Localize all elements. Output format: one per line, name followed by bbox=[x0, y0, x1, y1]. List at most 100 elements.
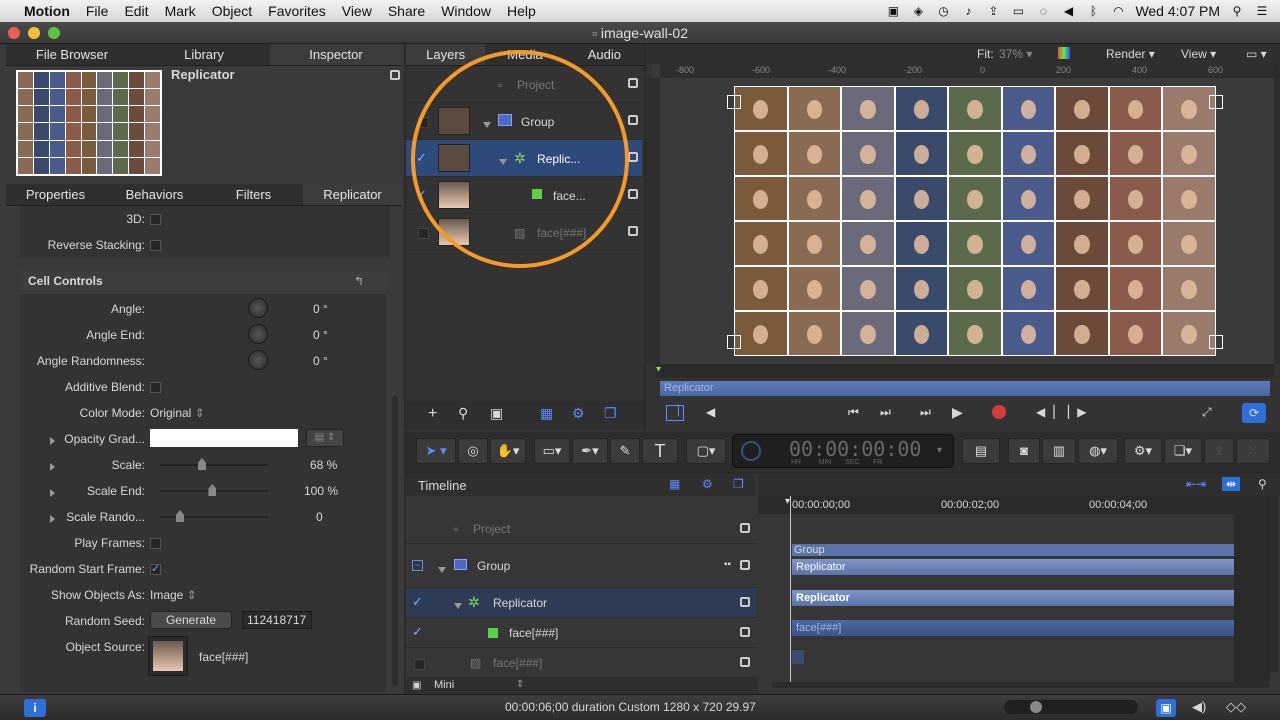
tab-file-browser[interactable]: File Browser bbox=[6, 44, 138, 65]
previous-frame-icon[interactable]: ◀▕ bbox=[1036, 405, 1054, 419]
generators-icon[interactable]: ▥ bbox=[1042, 438, 1076, 464]
lock-icon[interactable] bbox=[628, 152, 638, 162]
timeline-scrollbar[interactable] bbox=[1270, 496, 1278, 672]
menu-view[interactable]: View bbox=[334, 3, 380, 19]
timeline-bar-replicator[interactable]: Replicator bbox=[792, 590, 1234, 606]
reverse-stacking-checkbox[interactable] bbox=[150, 240, 161, 252]
timeline-bar-face-source[interactable] bbox=[792, 650, 804, 664]
behaviors-icon[interactable]: ◍▾ bbox=[1078, 438, 1118, 464]
angle-dial[interactable] bbox=[248, 298, 268, 318]
menu-help[interactable]: Help bbox=[499, 3, 544, 19]
menu-motion[interactable]: Motion bbox=[16, 3, 78, 19]
timecode-display[interactable]: 00:00:00:00 HR MIN SEC FR ▾ bbox=[732, 434, 954, 468]
scale-slider-thumb[interactable] bbox=[198, 458, 207, 470]
lock-icon[interactable] bbox=[740, 560, 750, 570]
tab-layers[interactable]: Layers bbox=[406, 44, 486, 65]
lock-icon[interactable] bbox=[740, 597, 750, 607]
close-window-button[interactable] bbox=[8, 27, 20, 39]
clock-icon[interactable]: ◷ bbox=[935, 4, 951, 18]
info-icon[interactable]: i bbox=[24, 699, 46, 717]
wifi-icon[interactable]: ◠ bbox=[1110, 4, 1126, 18]
scale-randomness-slider[interactable] bbox=[160, 510, 268, 522]
zoom-fit-icon[interactable]: ⇤⇥ bbox=[1186, 477, 1206, 491]
volume-icon[interactable]: ◀) bbox=[1192, 699, 1206, 715]
menu-object[interactable]: Object bbox=[204, 3, 260, 19]
gradient-preset-popup[interactable]: ▤ ⇕ bbox=[306, 429, 344, 447]
zoom-icon[interactable]: ⚲ bbox=[1258, 477, 1267, 491]
volume-icon[interactable]: ◀ bbox=[1060, 4, 1076, 18]
angle-end-value[interactable]: 0 ° bbox=[313, 328, 328, 342]
mask-tool-icon[interactable]: ▢▾ bbox=[686, 438, 726, 464]
disclosure-triangle-icon[interactable] bbox=[50, 486, 55, 500]
random-seed-field[interactable]: 112418717 bbox=[242, 611, 312, 629]
step-back-icon[interactable]: ⏭ bbox=[880, 405, 891, 420]
lock-icon[interactable] bbox=[390, 70, 400, 80]
step-forward-icon[interactable]: ⏭ bbox=[920, 405, 931, 420]
tab-media[interactable]: Media bbox=[485, 44, 564, 65]
checkmark-icon[interactable]: ✓ bbox=[412, 594, 423, 610]
transform-handle[interactable] bbox=[1209, 95, 1223, 109]
bluetooth-icon[interactable]: ᛒ bbox=[1085, 4, 1101, 18]
scale-end-slider[interactable] bbox=[160, 484, 268, 496]
layer-options-icon[interactable]: ▣ bbox=[490, 405, 503, 422]
camera-icon[interactable]: ▣ bbox=[885, 4, 901, 18]
chevron-updown-icon[interactable]: ⇕ bbox=[516, 679, 524, 690]
random-start-frame-checkbox[interactable]: ✓ bbox=[150, 564, 161, 576]
row-size-popup[interactable]: Mini bbox=[434, 679, 454, 691]
angle-value[interactable]: 0 ° bbox=[313, 302, 328, 316]
fit-popup[interactable]: 37% ▾ bbox=[999, 47, 1032, 61]
bell-icon[interactable]: ♪ bbox=[960, 4, 976, 18]
show-objects-as-popup[interactable]: Image ⇕ bbox=[150, 588, 197, 602]
timeline-row-face-source[interactable]: ▨ face[###] bbox=[406, 648, 756, 678]
layer-visibility-checkbox[interactable] bbox=[418, 117, 429, 129]
search-icon[interactable]: ⚲ bbox=[458, 405, 468, 422]
scale-value[interactable]: 68 % bbox=[310, 458, 337, 472]
layer-row-face-source[interactable]: ▨ face[###] bbox=[406, 214, 642, 251]
share-icon[interactable]: ⇪ bbox=[1204, 438, 1234, 464]
menu-window[interactable]: Window bbox=[433, 3, 499, 19]
fullscreen-icon[interactable]: ⤢ bbox=[1202, 405, 1212, 420]
scale-randomness-value[interactable]: 0 bbox=[316, 510, 323, 524]
camera-tool-icon[interactable]: ◙ bbox=[1008, 438, 1040, 464]
checkmark-icon[interactable]: ✓ bbox=[412, 624, 423, 640]
generate-button[interactable]: Generate bbox=[150, 611, 232, 629]
additive-blend-checkbox[interactable] bbox=[150, 382, 161, 394]
timeline-bar-face[interactable]: face[###] bbox=[792, 620, 1234, 636]
lock-icon[interactable] bbox=[740, 627, 750, 637]
disclosure-triangle-icon[interactable] bbox=[438, 562, 446, 576]
tab-behaviors[interactable]: Behaviors bbox=[105, 184, 204, 205]
grid-view-icon[interactable]: ▦ bbox=[540, 405, 553, 422]
pen-tool-icon[interactable]: ✒▾ bbox=[572, 438, 608, 464]
next-frame-icon[interactable]: ▏▶ bbox=[1068, 405, 1086, 419]
canvas-scrollbar[interactable] bbox=[1274, 64, 1280, 364]
mini-timeline-ruler[interactable]: ▾ bbox=[656, 364, 1274, 378]
thumbnail-size-icon[interactable]: ▣ bbox=[412, 680, 421, 691]
go-to-start-icon[interactable]: ⏮ bbox=[848, 405, 859, 420]
timeline-bar-replicator-nested[interactable]: Replicator bbox=[792, 559, 1234, 575]
upload-icon[interactable]: ⇪ bbox=[985, 4, 1001, 18]
tab-filters[interactable]: Filters bbox=[204, 184, 303, 205]
lock-icon[interactable] bbox=[628, 226, 638, 236]
layer-visibility-checkbox[interactable] bbox=[414, 659, 425, 671]
timeline-row-project[interactable]: ▫ Project bbox=[406, 514, 756, 544]
select-tool-icon[interactable]: ➤ ▾ bbox=[416, 438, 456, 464]
arrange-icon[interactable]: ❏▾ bbox=[1164, 438, 1202, 464]
disclosure-triangle-icon[interactable] bbox=[483, 117, 491, 131]
angle-end-dial[interactable] bbox=[248, 324, 268, 344]
disclosure-triangle-icon[interactable] bbox=[454, 598, 462, 612]
color-channels-icon[interactable] bbox=[1058, 47, 1070, 59]
menu-file[interactable]: File bbox=[78, 3, 117, 19]
lock-icon[interactable] bbox=[628, 115, 638, 125]
rectangle-tool-icon[interactable]: ▭▾ bbox=[534, 438, 570, 464]
transform-handle[interactable] bbox=[727, 95, 741, 109]
settings-icon[interactable]: ⚙ bbox=[572, 405, 585, 422]
scale-end-slider-thumb[interactable] bbox=[208, 484, 217, 496]
time-machine-icon[interactable]: ◌ bbox=[1035, 4, 1051, 18]
loop-icon[interactable]: ⟳ bbox=[1242, 403, 1266, 423]
shape-transform-icon[interactable]: ◎ bbox=[458, 438, 488, 464]
list-icon[interactable]: ☰ bbox=[1254, 4, 1270, 18]
collapse-checkbox[interactable]: − bbox=[412, 560, 423, 571]
transform-handle[interactable] bbox=[1209, 335, 1223, 349]
tab-inspector[interactable]: Inspector bbox=[270, 44, 402, 65]
reset-icon[interactable]: ↰ bbox=[354, 274, 364, 288]
